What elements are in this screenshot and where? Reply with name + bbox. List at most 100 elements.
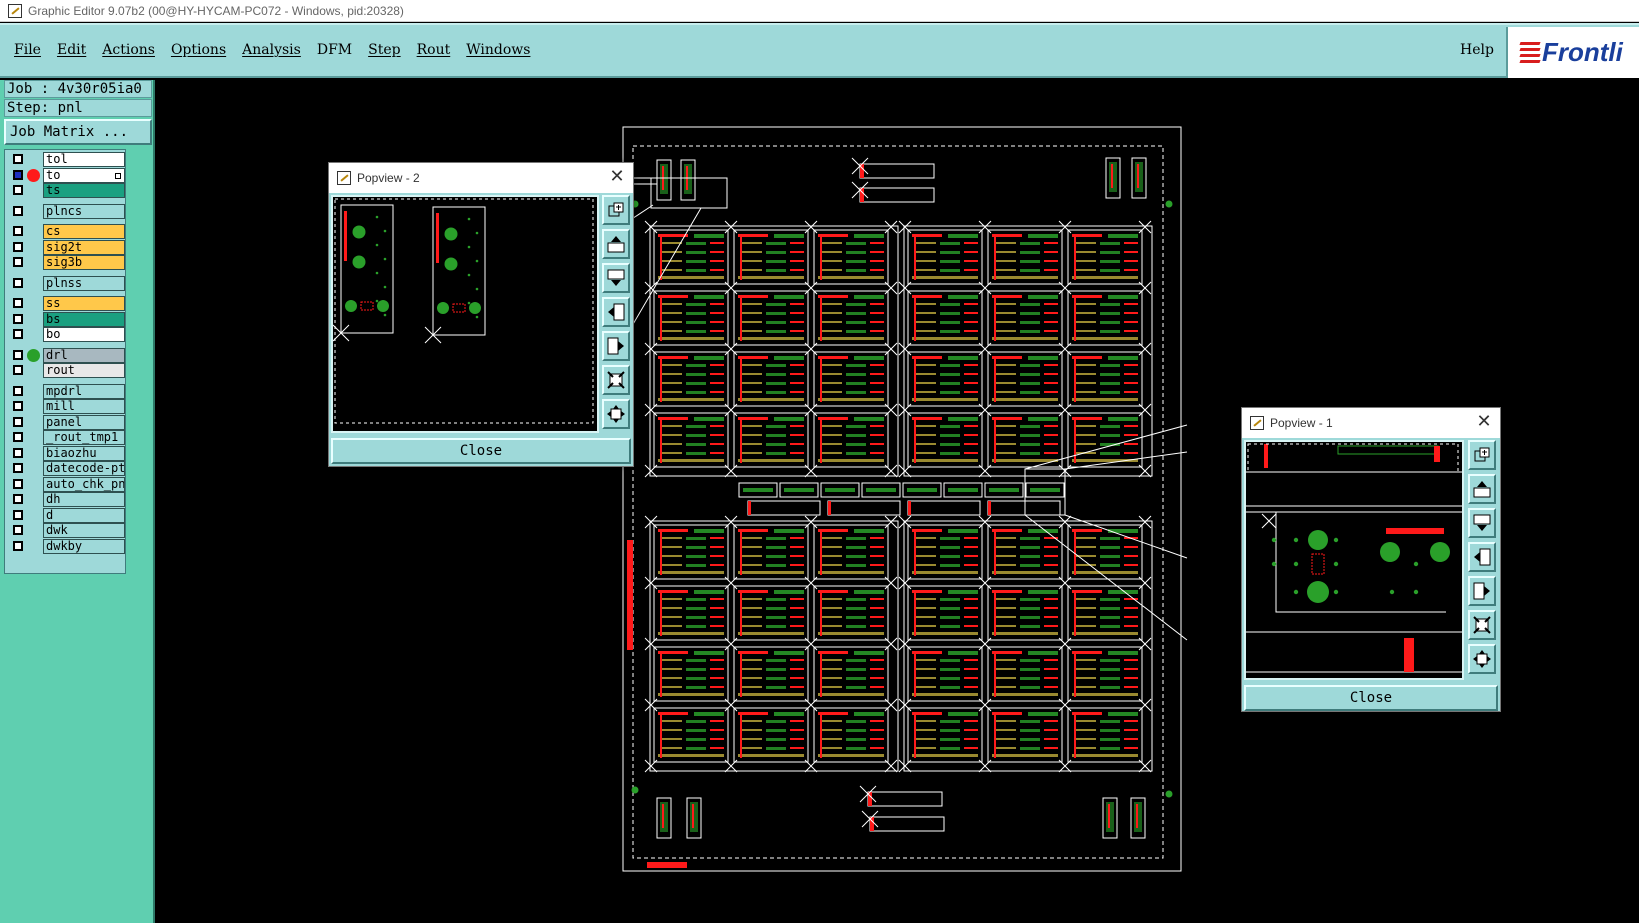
- job-matrix-button[interactable]: Job Matrix ...: [4, 119, 152, 145]
- layer-name[interactable]: ss: [43, 296, 125, 311]
- layer-checkbox[interactable]: [13, 416, 23, 427]
- zoom-up-button[interactable]: [602, 229, 630, 259]
- layer-name[interactable]: sig3b: [43, 255, 125, 270]
- layer-checkbox[interactable]: [13, 463, 23, 473]
- layer-checkbox[interactable]: [13, 349, 23, 360]
- layer-name[interactable]: cs: [43, 224, 125, 239]
- layer-row-bs[interactable]: bs: [7, 311, 125, 327]
- pan-right-button[interactable]: [602, 331, 630, 361]
- menu-options[interactable]: Options: [171, 42, 226, 58]
- layer-row-ss[interactable]: ss: [7, 296, 125, 311]
- layer-row-dwkby[interactable]: dwkby: [7, 538, 125, 554]
- layer-row-drl[interactable]: drl: [7, 347, 125, 363]
- zoom-fit-button[interactable]: [1468, 610, 1496, 640]
- layer-name[interactable]: bo: [43, 327, 125, 342]
- layer-name[interactable]: plncs: [43, 203, 125, 219]
- layer-checkbox[interactable]: [13, 365, 23, 375]
- menu-help[interactable]: Help: [1460, 42, 1494, 58]
- menu-step[interactable]: Step: [368, 42, 400, 58]
- layer-checkbox[interactable]: [13, 494, 23, 504]
- layer-row-mill[interactable]: mill: [7, 399, 125, 414]
- layer-name[interactable]: biaozhu: [43, 445, 125, 461]
- layer-name[interactable]: rout: [43, 363, 125, 378]
- layer-checkbox[interactable]: [13, 478, 23, 489]
- layer-name[interactable]: ts: [43, 183, 125, 198]
- layer-name[interactable]: mpdrl: [43, 383, 125, 399]
- layer-name[interactable]: datecode-pte: [43, 461, 125, 476]
- layer-name[interactable]: panel: [43, 414, 125, 430]
- layer-row-biaozhu[interactable]: biaozhu: [7, 445, 125, 461]
- layer-name[interactable]: tol: [43, 152, 125, 167]
- layer-checkbox[interactable]: [13, 525, 23, 535]
- layer-row-sig2t[interactable]: sig2t: [7, 239, 125, 255]
- popview-2-view[interactable]: [331, 195, 599, 433]
- menu-windows[interactable]: Windows: [466, 42, 530, 58]
- layer-checkbox[interactable]: [13, 277, 23, 288]
- layer-row--rout-tmp1[interactable]: _rout_tmp1: [7, 430, 125, 445]
- layer-checkbox[interactable]: [13, 432, 23, 442]
- layer-row-d[interactable]: d: [7, 507, 125, 523]
- layer-checkbox[interactable]: [13, 241, 23, 252]
- layer-row-tol[interactable]: tol: [7, 152, 125, 167]
- menu-edit[interactable]: Edit: [57, 42, 86, 58]
- layer-checkbox[interactable]: [13, 226, 23, 236]
- pan-right-button[interactable]: [1468, 576, 1496, 606]
- popview-1-close-button[interactable]: Close: [1244, 685, 1498, 711]
- menu-file[interactable]: File: [14, 42, 41, 58]
- zoom-home-button[interactable]: [1468, 644, 1496, 674]
- layer-name[interactable]: _rout_tmp1: [43, 430, 125, 445]
- zoom-home-button[interactable]: [602, 399, 630, 429]
- layer-checkbox[interactable]: [13, 401, 23, 411]
- pan-button[interactable]: [602, 195, 630, 225]
- layer-checkbox[interactable]: [13, 313, 23, 324]
- layer-row-plncs[interactable]: plncs: [7, 203, 125, 219]
- layer-row-rout[interactable]: rout: [7, 363, 125, 378]
- layer-checkbox[interactable]: [13, 385, 23, 396]
- popview-2-close-button[interactable]: Close: [331, 438, 631, 464]
- menu-rout[interactable]: Rout: [417, 42, 451, 58]
- layer-checkbox[interactable]: [13, 447, 23, 458]
- layer-name[interactable]: drl: [43, 347, 125, 363]
- layer-row-cs[interactable]: cs: [7, 224, 125, 239]
- menu-analysis[interactable]: Analysis: [242, 42, 301, 58]
- layer-name[interactable]: dwkby: [43, 538, 125, 554]
- layer-checkbox[interactable]: [13, 169, 23, 180]
- layer-checkbox[interactable]: [13, 257, 23, 267]
- layer-row-dwk[interactable]: dwk: [7, 523, 125, 538]
- pan-button[interactable]: [1468, 440, 1496, 470]
- layer-row-to[interactable]: to: [7, 167, 125, 183]
- layer-name[interactable]: plnss: [43, 275, 125, 291]
- layer-row-plnss[interactable]: plnss: [7, 275, 125, 291]
- layer-row-bo[interactable]: bo: [7, 327, 125, 342]
- popview-1-view[interactable]: [1244, 440, 1464, 680]
- layer-checkbox[interactable]: [13, 509, 23, 520]
- zoom-down-button[interactable]: [602, 263, 630, 293]
- layer-name[interactable]: dh: [43, 492, 125, 507]
- zoom-down-button[interactable]: [1468, 508, 1496, 538]
- layer-checkbox[interactable]: [13, 329, 23, 339]
- layer-name[interactable]: d: [43, 507, 125, 523]
- menu-actions[interactable]: Actions: [102, 42, 155, 58]
- layer-checkbox[interactable]: [13, 185, 23, 195]
- layer-name[interactable]: auto_chk_pnl: [43, 476, 125, 492]
- layer-name[interactable]: sig2t: [43, 239, 125, 255]
- layer-checkbox[interactable]: [13, 154, 23, 164]
- close-icon[interactable]: ✕: [1474, 412, 1494, 432]
- layer-row-mpdrl[interactable]: mpdrl: [7, 383, 125, 399]
- layer-checkbox[interactable]: [13, 298, 23, 308]
- zoom-fit-button[interactable]: [602, 365, 630, 395]
- layer-name[interactable]: dwk: [43, 523, 125, 538]
- layer-row-panel[interactable]: panel: [7, 414, 125, 430]
- layer-name[interactable]: bs: [43, 311, 125, 327]
- menu-dfm[interactable]: DFM: [317, 42, 352, 58]
- layer-row-sig3b[interactable]: sig3b: [7, 255, 125, 270]
- pan-left-button[interactable]: [602, 297, 630, 327]
- layer-row-ts[interactable]: ts: [7, 183, 125, 198]
- layer-row-datecode-pte[interactable]: datecode-pte: [7, 461, 125, 476]
- layer-row-auto-chk-pnl[interactable]: auto_chk_pnl: [7, 476, 125, 492]
- layer-checkbox[interactable]: [13, 205, 23, 216]
- layer-name[interactable]: to: [43, 167, 125, 183]
- zoom-up-button[interactable]: [1468, 474, 1496, 504]
- layer-row-dh[interactable]: dh: [7, 492, 125, 507]
- layer-checkbox[interactable]: [13, 540, 23, 551]
